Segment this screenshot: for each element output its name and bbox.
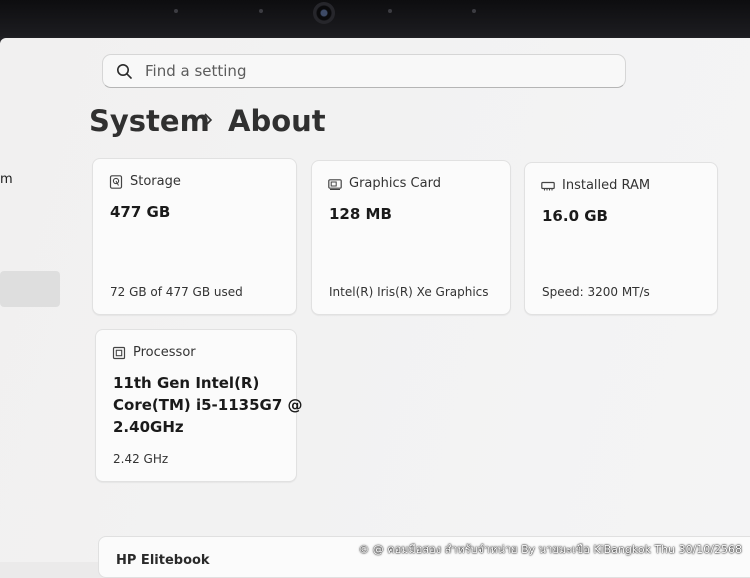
memory-icon: [541, 181, 555, 191]
webcam: [313, 2, 335, 24]
storage-label: Storage: [130, 174, 181, 189]
bezel-sensor: [472, 9, 476, 13]
graphics-value: 128 MB: [329, 205, 392, 223]
graphics-card[interactable]: Graphics Card 128 MB Intel(R) Iris(R) Xe…: [311, 160, 511, 315]
processor-label: Processor: [133, 345, 196, 360]
ram-value: 16.0 GB: [542, 207, 608, 225]
page-title: About: [228, 104, 326, 138]
ram-detail: Speed: 3200 MT/s: [542, 285, 650, 299]
bezel-sensor: [174, 9, 178, 13]
storage-detail: 72 GB of 477 GB used: [110, 285, 243, 299]
nav-pane: m: [0, 38, 64, 562]
breadcrumb-system[interactable]: System: [89, 104, 210, 138]
processor-detail: 2.42 GHz: [113, 452, 169, 466]
search-icon: [117, 64, 132, 79]
storage-value: 477 GB: [110, 203, 171, 221]
bezel-sensor: [259, 9, 263, 13]
ram-card[interactable]: Installed RAM 16.0 GB Speed: 3200 MT/s: [524, 162, 718, 315]
storage-card[interactable]: Storage 477 GB 72 GB of 477 GB used: [92, 158, 297, 315]
nav-item-selected[interactable]: [0, 271, 60, 307]
bezel-sensor: [388, 9, 392, 13]
graphics-label: Graphics Card: [349, 176, 441, 191]
nav-pane-text: m: [0, 172, 13, 187]
ram-label: Installed RAM: [562, 178, 651, 193]
graphics-card-icon: [328, 179, 342, 190]
storage-icon: [109, 175, 123, 189]
processor-icon: [112, 346, 126, 360]
search-box[interactable]: Find a setting: [102, 54, 626, 88]
photo-watermark: © @ คอมมือสอง สำหรับจำหน่าย By นายมะเขือ…: [358, 543, 742, 556]
search-input[interactable]: Find a setting: [145, 62, 246, 80]
processor-card[interactable]: Processor 11th Gen Intel(R) Core(TM) i5-…: [95, 329, 303, 482]
device-name: HP Elitebook: [116, 553, 210, 568]
graphics-detail: Intel(R) Iris(R) Xe Graphics: [329, 285, 489, 299]
processor-value: 11th Gen Intel(R) Core(TM) i5-1135G7 @ 2…: [113, 374, 303, 436]
chevron-right-icon: [204, 113, 213, 127]
